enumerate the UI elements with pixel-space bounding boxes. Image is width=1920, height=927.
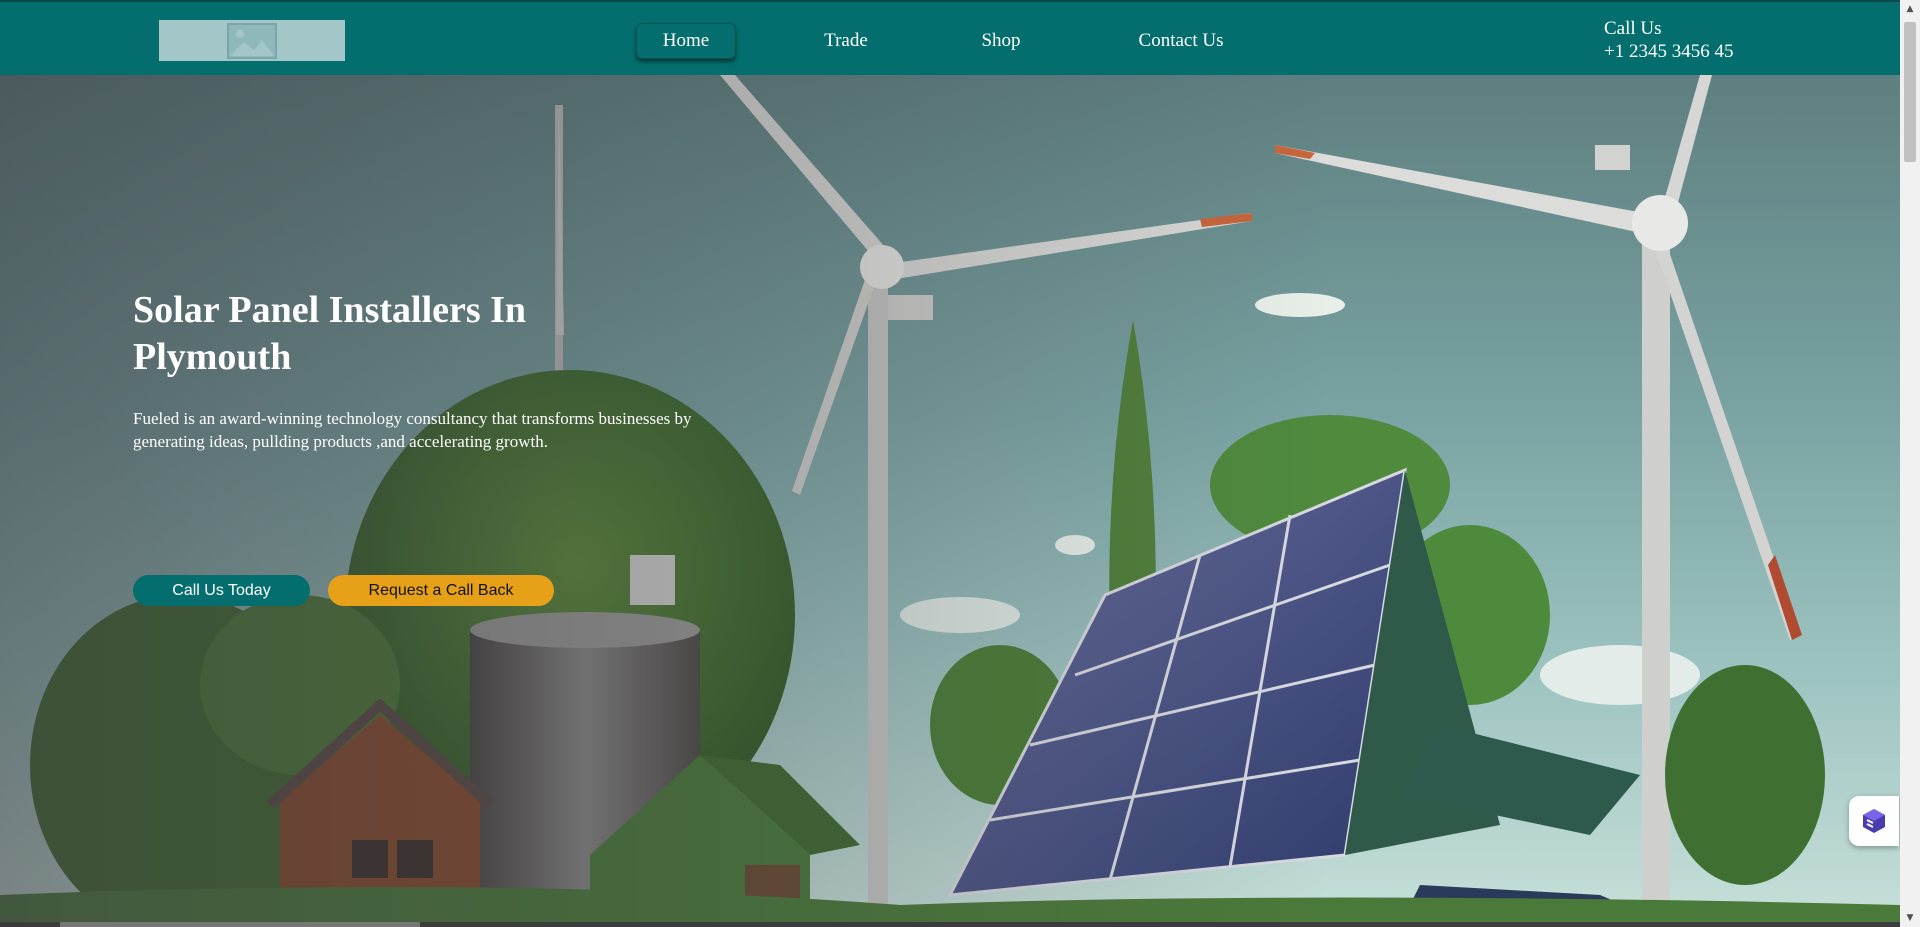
- scroll-down-arrow-icon[interactable]: ▼: [1900, 909, 1920, 927]
- hero-content: Solar Panel Installers In Plymouth Fuele…: [133, 287, 693, 453]
- vertical-scrollbar[interactable]: ▲ ▼: [1900, 0, 1920, 927]
- request-call-back-button[interactable]: Request a Call Back: [328, 575, 554, 606]
- floating-widget-button[interactable]: [1849, 796, 1899, 846]
- call-us-today-button[interactable]: Call Us Today: [133, 575, 310, 606]
- contact-phone[interactable]: +1 2345 3456 45: [1604, 40, 1733, 63]
- horizontal-scrollbar[interactable]: [0, 922, 1900, 927]
- hero-description: Fueled is an award-winning technology co…: [133, 409, 692, 451]
- nav-trade[interactable]: Trade: [806, 23, 886, 59]
- nav-home[interactable]: Home: [636, 23, 736, 59]
- site-header: Home Trade Shop Contact Us Call Us +1 23…: [0, 0, 1900, 75]
- scrollbar-thumb[interactable]: [1904, 22, 1916, 162]
- scroll-up-arrow-icon[interactable]: ▲: [1900, 0, 1920, 18]
- site-logo[interactable]: [159, 20, 345, 61]
- horizontal-scrollbar-thumb[interactable]: [60, 922, 420, 927]
- hero-section: Solar Panel Installers In Plymouth Fuele…: [0, 75, 1900, 922]
- nav-shop[interactable]: Shop: [966, 23, 1036, 59]
- hero-title: Solar Panel Installers In Plymouth: [133, 289, 527, 378]
- layered-cube-icon: [1863, 809, 1885, 833]
- header-contact: Call Us +1 2345 3456 45: [1604, 17, 1733, 63]
- image-placeholder-icon: [227, 22, 277, 59]
- contact-label: Call Us: [1604, 18, 1662, 39]
- hero-overlay: [0, 75, 1900, 922]
- nav-contact-us[interactable]: Contact Us: [1126, 23, 1236, 59]
